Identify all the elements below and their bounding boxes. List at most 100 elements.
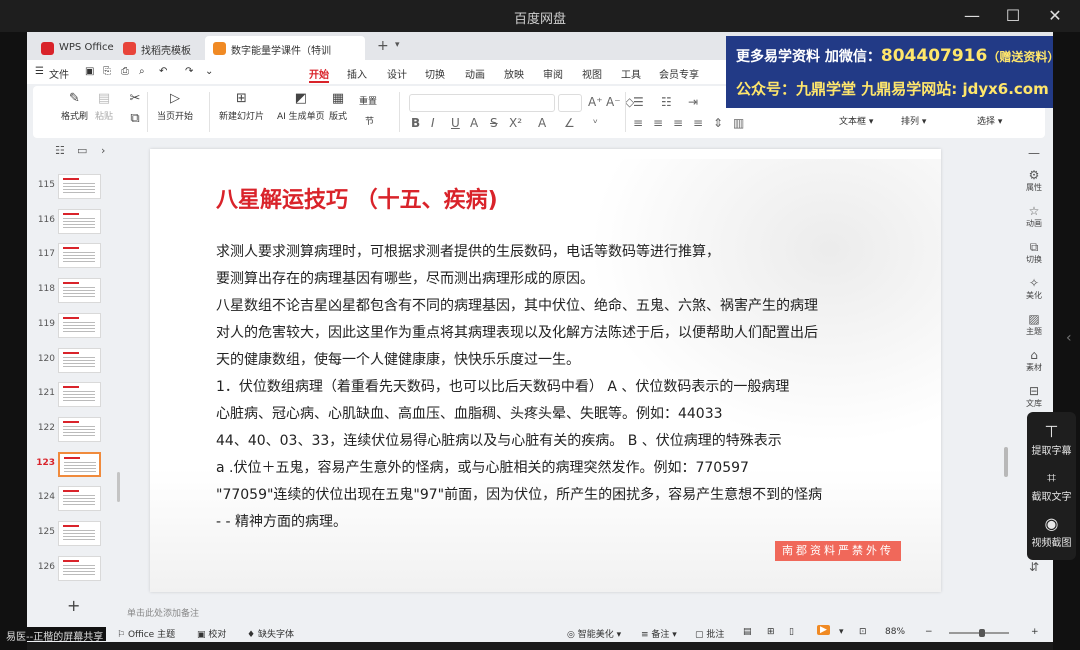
tab-presentation[interactable]: 数字能量学课件（特训营）.p xyxy=(205,36,365,72)
panel-properties[interactable]: ⚙ 属性 xyxy=(1015,168,1053,193)
menu-insert[interactable]: 插入 xyxy=(347,66,367,81)
panel-theme[interactable]: ▨ 主题 xyxy=(1015,312,1053,337)
align-left-icon[interactable]: ≡ xyxy=(633,116,643,130)
menu-transition[interactable]: 切换 xyxy=(425,66,445,81)
slide-thumbnail[interactable]: 120 xyxy=(27,346,109,376)
font-grow-icon[interactable]: A⁺ xyxy=(588,95,603,109)
comments-toggle[interactable]: ▢ 批注 xyxy=(695,627,724,640)
panel-beautify[interactable]: ✧ 美化 xyxy=(1015,276,1053,301)
canvas-scrollbar[interactable] xyxy=(1004,447,1008,477)
textbox-button[interactable]: 文本框 ▾ xyxy=(839,114,873,127)
slide-thumbnail[interactable]: 123 xyxy=(27,450,109,480)
reset-button[interactable]: 重置 xyxy=(359,94,377,107)
preview-icon[interactable]: ⌕ xyxy=(139,66,145,77)
slide-thumbnail[interactable]: 118 xyxy=(27,276,109,306)
slide-title[interactable]: 八星解运技巧 （十五、疾病) xyxy=(216,182,498,214)
reading-view-icon[interactable]: ▯ xyxy=(789,627,794,637)
select-button[interactable]: 选择 ▾ xyxy=(977,114,1002,127)
menu-tools[interactable]: 工具 xyxy=(621,66,641,81)
line-spacing-icon[interactable]: ⇕ xyxy=(713,116,723,130)
extract-text-button[interactable]: ⌗ 截取文字 xyxy=(1027,468,1076,503)
new-slide-button[interactable]: ⊞ 新建幻灯片 xyxy=(219,92,264,123)
panel-transition[interactable]: ⧉ 切换 xyxy=(1015,240,1053,265)
normal-view-icon[interactable]: ▤ xyxy=(743,627,752,637)
play-slideshow-icon[interactable]: ▶ xyxy=(817,625,830,635)
cut-button[interactable]: ✂ xyxy=(127,92,143,109)
slide-thumbnail[interactable]: 124 xyxy=(27,484,109,514)
superscript-icon[interactable]: X² xyxy=(509,116,522,130)
align-center-icon[interactable]: ≡ xyxy=(653,116,663,130)
justify-icon[interactable]: ≡ xyxy=(693,116,703,130)
copy-button[interactable]: ⧉ xyxy=(127,112,143,129)
start-from-current-button[interactable]: ▷ 当页开始 xyxy=(157,92,193,123)
collapse-icon[interactable]: — xyxy=(1015,146,1053,160)
zoom-level[interactable]: 88% xyxy=(885,627,905,637)
font-size-select[interactable] xyxy=(558,94,582,112)
slide-thumbnail[interactable]: 122 xyxy=(27,415,109,445)
missing-font-status[interactable]: ♦ 缺失字体 xyxy=(247,627,294,640)
slide-canvas[interactable]: 八星解运技巧 （十五、疾病) 求测人要求测算病理时，可根据求测者提供的生辰数码，… xyxy=(150,149,941,592)
font-family-select[interactable] xyxy=(409,94,555,112)
char-spacing-icon[interactable]: ᵛ xyxy=(593,116,598,130)
numbered-list-icon[interactable]: ☷ xyxy=(661,95,672,109)
menu-slideshow[interactable]: 放映 xyxy=(504,66,524,81)
theme-status[interactable]: ⚐ Office 主题 xyxy=(117,627,175,640)
minimize-icon[interactable]: — xyxy=(962,6,982,26)
hamburger-icon[interactable]: ☰ xyxy=(35,66,44,77)
save-icon[interactable]: ▣ xyxy=(85,66,94,77)
sorter-view-icon[interactable]: ⊞ xyxy=(767,627,775,637)
shadow-icon[interactable]: A xyxy=(470,116,478,130)
fit-window-icon[interactable]: ⊡ xyxy=(859,627,867,637)
strikethrough-icon[interactable]: S xyxy=(490,116,498,130)
extract-subtitles-button[interactable]: ⊤ 提取字幕 xyxy=(1027,422,1076,457)
slide-thumbnail[interactable]: 115 xyxy=(27,172,109,202)
menu-review[interactable]: 审阅 xyxy=(543,66,563,81)
slide-thumbnail[interactable]: 121 xyxy=(27,380,109,410)
panel-animation[interactable]: ☆ 动画 xyxy=(1015,204,1053,229)
font-shrink-icon[interactable]: A⁻ xyxy=(606,95,621,109)
notes-input[interactable]: 单击此处添加备注 xyxy=(119,602,999,620)
tab-wps-office[interactable]: WPS Office xyxy=(33,36,122,60)
redo-icon[interactable]: ↷ xyxy=(185,66,193,77)
notes-toggle[interactable]: ≡ 备注 ▾ xyxy=(641,627,677,640)
format-painter-button[interactable]: ✎ 格式刷 xyxy=(61,92,88,123)
zoom-in-icon[interactable]: + xyxy=(1031,627,1039,637)
highlight-icon[interactable]: ∠ xyxy=(564,116,575,130)
zoom-slider-handle[interactable] xyxy=(979,629,985,637)
proof-status[interactable]: ▣ 校对 xyxy=(197,627,226,640)
section-button[interactable]: 节 xyxy=(365,114,374,127)
underline-icon[interactable]: U xyxy=(451,116,460,130)
undo-icon[interactable]: ↶ xyxy=(159,66,167,77)
close-icon[interactable]: ✕ xyxy=(1045,6,1065,26)
columns-icon[interactable]: ▥ xyxy=(733,116,744,130)
add-slide-button[interactable]: + xyxy=(67,596,80,615)
bold-icon[interactable]: B xyxy=(411,116,420,130)
slide-thumbnail[interactable]: 119 xyxy=(27,311,109,341)
more-icon[interactable]: ⇵ xyxy=(1015,560,1053,574)
slide-view-icon[interactable]: ▭ xyxy=(77,144,87,157)
panel-library[interactable]: ⊟ 文库 xyxy=(1015,384,1053,409)
zoom-out-icon[interactable]: − xyxy=(925,627,933,637)
arrange-button[interactable]: 排列 ▾ xyxy=(901,114,926,127)
paste-button[interactable]: ▤ 粘贴 xyxy=(95,92,113,123)
menu-view[interactable]: 视图 xyxy=(582,66,602,81)
menu-file[interactable]: 文件 xyxy=(49,66,69,81)
smart-beautify-button[interactable]: ◎ 智能美化 ▾ xyxy=(567,627,621,640)
chevron-down-icon[interactable]: ▾ xyxy=(839,627,844,637)
font-color-icon[interactable]: A xyxy=(538,116,546,130)
slide-thumbnail[interactable]: 125 xyxy=(27,519,109,549)
menu-member[interactable]: 会员专享 xyxy=(659,66,699,81)
slide-thumbnail[interactable]: 117 xyxy=(27,241,109,271)
chevron-down-icon[interactable]: ⌄ xyxy=(205,66,213,77)
outline-view-icon[interactable]: ☷ xyxy=(55,144,65,157)
maximize-icon[interactable]: ☐ xyxy=(1003,6,1023,26)
export-icon[interactable]: ⎘ xyxy=(103,66,111,77)
indent-icon[interactable]: ⇥ xyxy=(688,95,698,109)
new-tab-icon[interactable]: + xyxy=(377,38,389,54)
align-right-icon[interactable]: ≡ xyxy=(673,116,683,130)
layout-button[interactable]: ▦ 版式 xyxy=(329,92,347,123)
menu-design[interactable]: 设计 xyxy=(387,66,407,81)
chevron-right-icon[interactable]: › xyxy=(101,144,105,157)
print-icon[interactable]: ⎙ xyxy=(121,66,129,77)
panel-assets[interactable]: ⌂ 素材 xyxy=(1015,348,1053,373)
